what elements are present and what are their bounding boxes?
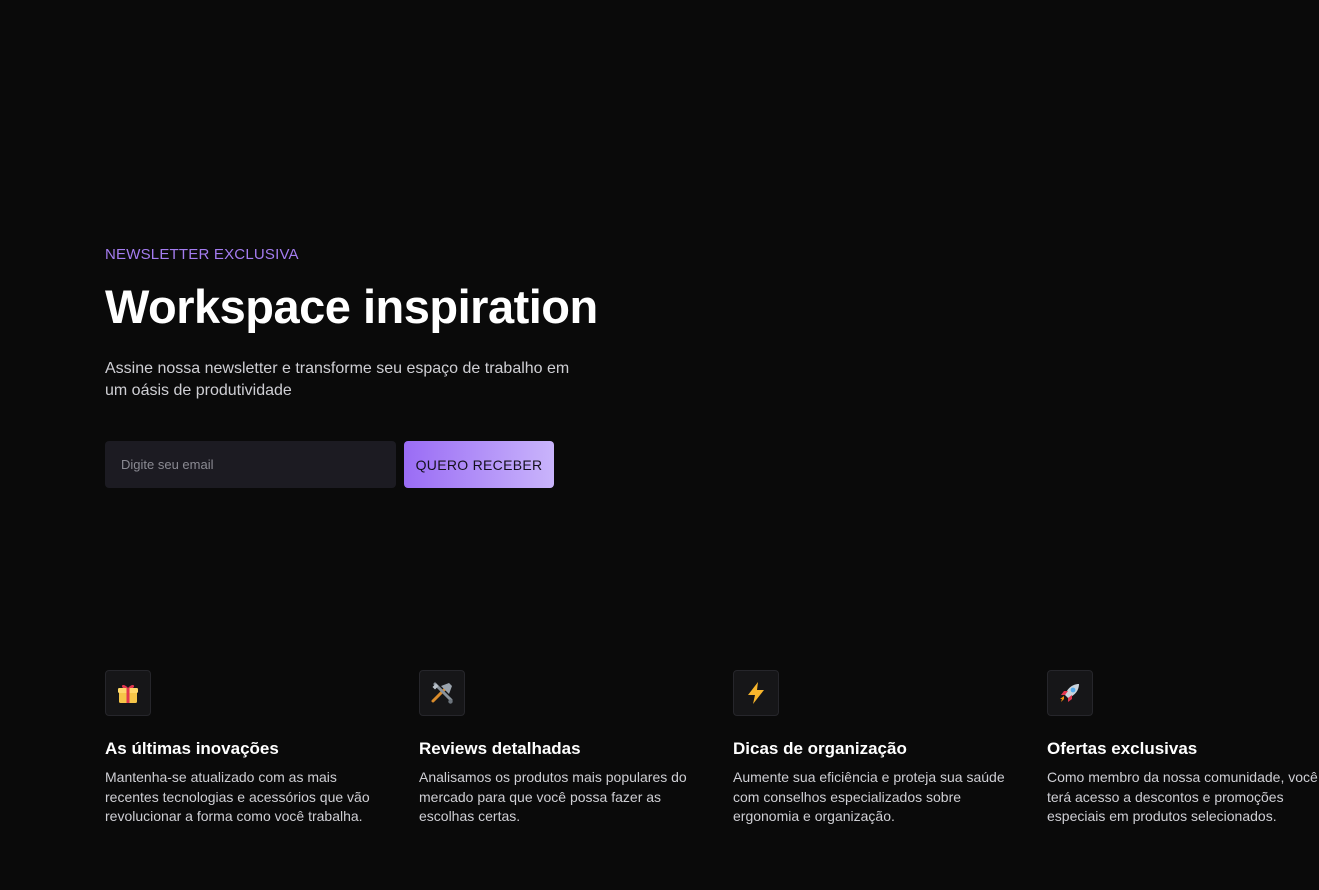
lightning-icon [748, 682, 764, 704]
feature-title: Reviews detalhadas [419, 739, 581, 758]
feature-description: Como membro da nossa comunidade, você te… [1047, 769, 1318, 824]
feature-title: Dicas de organização [733, 739, 907, 758]
feature-title: Ofertas exclusivas [1047, 739, 1198, 758]
page-title: Workspace inspiration [105, 280, 598, 333]
hero-section: NEWSLETTER EXCLUSIVA Workspace inspirati… [105, 246, 665, 402]
feature-icon-box [105, 670, 151, 716]
feature-icon-box [419, 670, 465, 716]
email-input[interactable] [105, 441, 396, 488]
feature-icon-box [1047, 670, 1093, 716]
feature-title: As últimas inovações [105, 739, 279, 758]
feature-card-tips: Dicas de organização Aumente sua eficiên… [733, 670, 1005, 827]
subscribe-button[interactable]: QUERO RECEBER [404, 441, 554, 488]
feature-card-innovations: As últimas inovações Mantenha-se atualiz… [105, 670, 377, 827]
feature-description: Mantenha-se atualizado com as mais recen… [105, 769, 370, 824]
hero-subtitle: Assine nossa newsletter e transforme seu… [105, 360, 570, 399]
newsletter-form: QUERO RECEBER [105, 441, 554, 488]
newsletter-page: NEWSLETTER EXCLUSIVA Workspace inspirati… [0, 0, 1319, 890]
hero-eyebrow: NEWSLETTER EXCLUSIVA [105, 246, 299, 263]
rocket-icon [1060, 684, 1079, 702]
features-section: As últimas inovações Mantenha-se atualiz… [105, 670, 1319, 890]
feature-description: Analisamos os produtos mais populares do… [419, 769, 687, 824]
gift-icon [118, 684, 138, 703]
feature-icon-box [733, 670, 779, 716]
tools-icon [431, 682, 453, 704]
feature-card-reviews: Reviews detalhadas Analisamos os produto… [419, 670, 691, 827]
feature-card-offers: Ofertas exclusivas Como membro da nossa … [1047, 670, 1319, 827]
feature-description: Aumente sua eficiência e proteja sua saú… [733, 769, 1005, 824]
